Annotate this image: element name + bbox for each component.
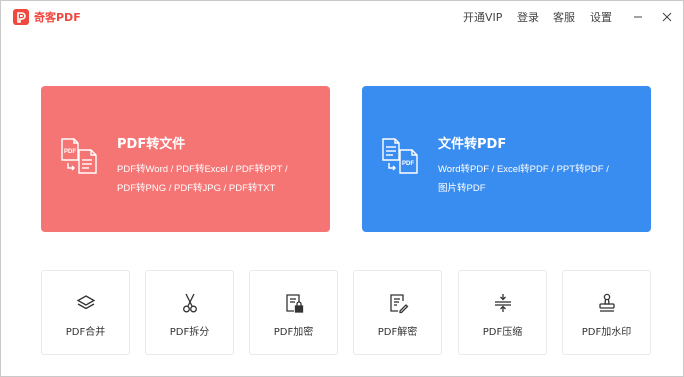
menu-service[interactable]: 客服 <box>553 9 575 25</box>
tool-pdf-decrypt[interactable]: PDF解密 <box>353 270 442 355</box>
app-logo: 奇客PDF <box>13 9 81 25</box>
file-to-pdf-icon: PDF <box>380 136 420 176</box>
tool-label: PDF合并 <box>65 327 106 338</box>
tool-pdf-encrypt[interactable]: PDF加密 <box>249 270 338 355</box>
scissors-icon <box>183 293 197 313</box>
edit-document-icon <box>390 294 409 314</box>
tool-pdf-merge[interactable]: PDF合并 <box>41 270 130 355</box>
tool-label: PDF压缩 <box>482 327 523 338</box>
minimize-icon <box>634 16 642 18</box>
compress-icon <box>495 294 511 312</box>
lock-document-icon <box>286 294 304 313</box>
tool-pdf-watermark[interactable]: PDF加水印 <box>562 270 651 355</box>
file-to-pdf-card[interactable]: PDF 文件转PDF Word转PDF / Excel转PDF / PPT转PD… <box>362 86 651 232</box>
stamp-icon <box>599 293 615 312</box>
close-icon <box>662 12 672 22</box>
card-description-line: PDF转Word / PDF转Excel / PDF转PPT / <box>117 164 288 175</box>
app-name: 奇客PDF <box>34 11 81 24</box>
tool-label: PDF加水印 <box>581 327 632 338</box>
card-title: PDF转文件 <box>117 137 186 152</box>
menu-vip[interactable]: 开通VIP <box>463 9 502 25</box>
svg-text:PDF: PDF <box>402 161 414 167</box>
card-description-line: PDF转PNG / PDF转JPG / PDF转TXT <box>117 183 276 194</box>
layers-icon <box>76 295 96 310</box>
card-description-line: Word转PDF / Excel转PDF / PPT转PDF / <box>438 164 609 175</box>
card-description-line: 图片转PDF <box>438 183 486 194</box>
menu-login[interactable]: 登录 <box>517 9 539 25</box>
card-title: 文件转PDF <box>438 137 507 152</box>
close-button[interactable] <box>657 8 677 26</box>
tool-pdf-split[interactable]: PDF拆分 <box>145 270 234 355</box>
tool-pdf-compress[interactable]: PDF压缩 <box>458 270 547 355</box>
tool-label: PDF解密 <box>377 327 418 338</box>
tool-label: PDF拆分 <box>169 327 210 338</box>
title-bar: 奇客PDF 开通VIP 登录 客服 设置 <box>1 1 684 34</box>
svg-text:PDF: PDF <box>64 149 76 155</box>
minimize-button[interactable] <box>628 8 648 26</box>
pdf-to-file-card[interactable]: PDF PDF转文件 PDF转Word / PDF转Excel / PDF转PP… <box>41 86 330 232</box>
pdf-to-file-icon: PDF <box>59 136 99 176</box>
app-logo-icon <box>13 9 29 25</box>
tool-label: PDF加密 <box>273 327 314 338</box>
menu-settings[interactable]: 设置 <box>590 9 612 25</box>
